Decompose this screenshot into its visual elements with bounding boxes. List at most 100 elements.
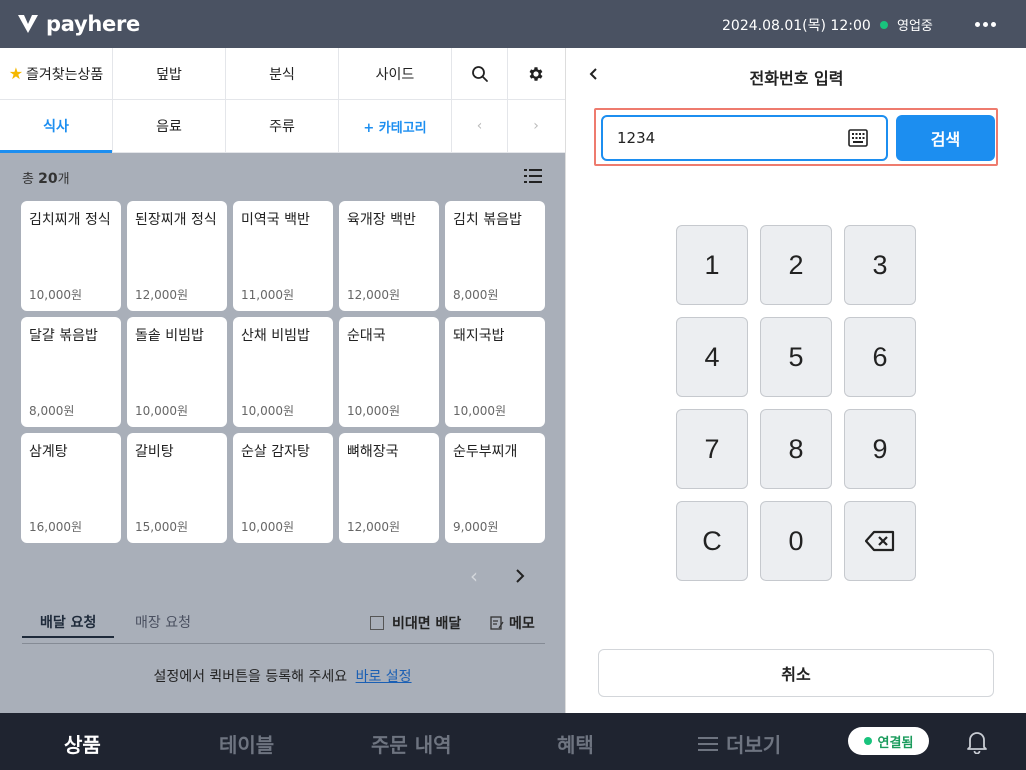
product-card[interactable]: 김치찌개 정식 10,000원 — [21, 201, 121, 311]
chevron-right-icon: › — [533, 118, 539, 134]
list-view-icon[interactable] — [524, 168, 542, 184]
panel-title: 전화번호 입력 — [749, 69, 844, 88]
category-side[interactable]: 사이드 — [339, 48, 452, 99]
product-name: 뼈해장국 — [347, 444, 399, 460]
category-label: 즐겨찾는상품 — [26, 66, 104, 83]
product-prev-page-button[interactable]: ‹ — [464, 564, 484, 588]
product-card[interactable]: 순살 감자탕 10,000원 — [233, 433, 333, 543]
cancel-button[interactable]: 취소 — [598, 649, 994, 697]
product-name: 갈비탕 — [135, 444, 174, 460]
go-to-settings-link[interactable]: 바로 설정 — [356, 669, 412, 685]
product-price: 8,000원 — [453, 288, 499, 302]
product-total-count: 총 20개 — [22, 171, 70, 187]
category-rice-bowl[interactable]: 덮밥 — [113, 48, 226, 99]
product-panel: ★ 즐겨찾는상품 덮밥 분식 사이드 식사 음료 주류 + 카테고리 ‹ › 총… — [0, 48, 565, 713]
nav-order-history[interactable]: 주문 내역 — [371, 729, 452, 758]
chevron-left-icon: ‹ — [476, 118, 483, 134]
product-card[interactable]: 된장찌개 정식 12,000원 — [127, 201, 227, 311]
keypad-key-9[interactable]: 9 — [844, 409, 916, 489]
product-card[interactable]: 갈비탕 15,000원 — [127, 433, 227, 543]
product-price: 10,000원 — [347, 404, 401, 418]
nav-more[interactable]: 더보기 — [698, 729, 781, 758]
tab-store-request[interactable]: 매장 요청 — [135, 612, 191, 632]
bell-icon[interactable] — [966, 730, 988, 754]
nav-products[interactable]: 상품 — [64, 729, 101, 758]
phone-number-input[interactable]: 1234 — [601, 115, 888, 161]
memo-button[interactable]: 메모 — [490, 613, 535, 633]
keypad-key-7[interactable]: 7 — [676, 409, 748, 489]
product-name: 산채 비빔밥 — [241, 328, 310, 344]
store-status: 영업중 — [880, 15, 933, 34]
product-card[interactable]: 미역국 백반 11,000원 — [233, 201, 333, 311]
more-menu-button[interactable] — [972, 12, 998, 36]
product-price: 11,000원 — [241, 288, 295, 302]
keyboard-icon[interactable] — [848, 129, 868, 147]
keypad-key-0[interactable]: 0 — [760, 501, 832, 581]
search-icon — [471, 65, 488, 82]
keypad-key-4[interactable]: 4 — [676, 317, 748, 397]
tab-delivery-request[interactable]: 배달 요청 — [21, 612, 115, 638]
keypad-key-5[interactable]: 5 — [760, 317, 832, 397]
phone-number-value: 1234 — [617, 129, 656, 147]
product-card[interactable]: 뼈해장국 12,000원 — [339, 433, 439, 543]
product-name: 달걀 볶음밥 — [29, 328, 98, 344]
product-price: 12,000원 — [347, 288, 401, 302]
category-meal[interactable]: 식사 — [0, 100, 113, 153]
product-name: 미역국 백반 — [241, 212, 310, 228]
product-price: 10,000원 — [241, 404, 295, 418]
keypad-backspace-key[interactable] — [844, 501, 916, 581]
keypad-key-1[interactable]: 1 — [676, 225, 748, 305]
product-price: 10,000원 — [453, 404, 507, 418]
product-price: 10,000원 — [135, 404, 189, 418]
chevron-left-icon: ‹ — [470, 564, 478, 588]
product-card[interactable]: 달걀 볶음밥 8,000원 — [21, 317, 121, 427]
search-button[interactable] — [452, 48, 508, 99]
category-row-1: ★ 즐겨찾는상품 덮밥 분식 사이드 — [0, 48, 565, 100]
product-card[interactable]: 김치 볶음밥 8,000원 — [445, 201, 545, 311]
category-favorites[interactable]: ★ 즐겨찾는상품 — [0, 48, 113, 99]
product-card[interactable]: 돼지국밥 10,000원 — [445, 317, 545, 427]
product-price: 12,000원 — [347, 520, 401, 534]
checkbox-icon — [370, 616, 384, 630]
keypad-key-c[interactable]: C — [676, 501, 748, 581]
keypad-key-2[interactable]: 2 — [760, 225, 832, 305]
product-card[interactable]: 순대국 10,000원 — [339, 317, 439, 427]
category-next-button[interactable]: › — [508, 100, 564, 152]
product-card[interactable]: 산채 비빔밥 10,000원 — [233, 317, 333, 427]
nav-benefits[interactable]: 혜택 — [557, 729, 594, 758]
product-price: 12,000원 — [135, 288, 189, 302]
keypad-key-8[interactable]: 8 — [760, 409, 832, 489]
brand-name: payhere — [46, 12, 140, 36]
bottom-nav: 상품 테이블 주문 내역 혜택 더보기 연결됨 — [0, 713, 1026, 770]
settings-button[interactable] — [508, 48, 564, 99]
nav-tables[interactable]: 테이블 — [219, 729, 274, 758]
product-card[interactable]: 순두부찌개 9,000원 — [445, 433, 545, 543]
product-price: 8,000원 — [29, 404, 75, 418]
current-datetime: 2024.08.01(목) 12:00 — [722, 18, 871, 34]
product-name: 삼계탕 — [29, 444, 68, 460]
product-name: 돌솥 비빔밥 — [135, 328, 204, 344]
keypad-key-3[interactable]: 3 — [844, 225, 916, 305]
category-drinks[interactable]: 음료 — [113, 100, 226, 152]
product-name: 육개장 백반 — [347, 212, 416, 228]
product-card[interactable]: 삼계탕 16,000원 — [21, 433, 121, 543]
keypad-key-6[interactable]: 6 — [844, 317, 916, 397]
product-name: 돼지국밥 — [453, 328, 505, 344]
product-card[interactable]: 육개장 백반 12,000원 — [339, 201, 439, 311]
product-card[interactable]: 돌솥 비빔밥 10,000원 — [127, 317, 227, 427]
product-name: 된장찌개 정식 — [135, 212, 217, 228]
product-price: 9,000원 — [453, 520, 499, 534]
more-dots-icon — [974, 21, 980, 27]
product-price: 16,000원 — [29, 520, 83, 534]
request-tabs — [22, 608, 545, 644]
payhere-logo-icon — [18, 15, 38, 33]
category-snack[interactable]: 분식 — [226, 48, 339, 99]
category-prev-button[interactable]: ‹ — [452, 100, 508, 152]
contactless-delivery-checkbox[interactable]: 비대면 배달 — [370, 613, 461, 633]
product-price: 15,000원 — [135, 520, 189, 534]
quick-button-hint: 설정에서 퀵버튼을 등록해 주세요 바로 설정 — [153, 669, 412, 685]
category-alcohol[interactable]: 주류 — [226, 100, 339, 152]
product-next-page-button[interactable] — [510, 566, 530, 586]
add-category-button[interactable]: + 카테고리 — [339, 100, 452, 152]
phone-search-button[interactable]: 검색 — [896, 115, 995, 161]
